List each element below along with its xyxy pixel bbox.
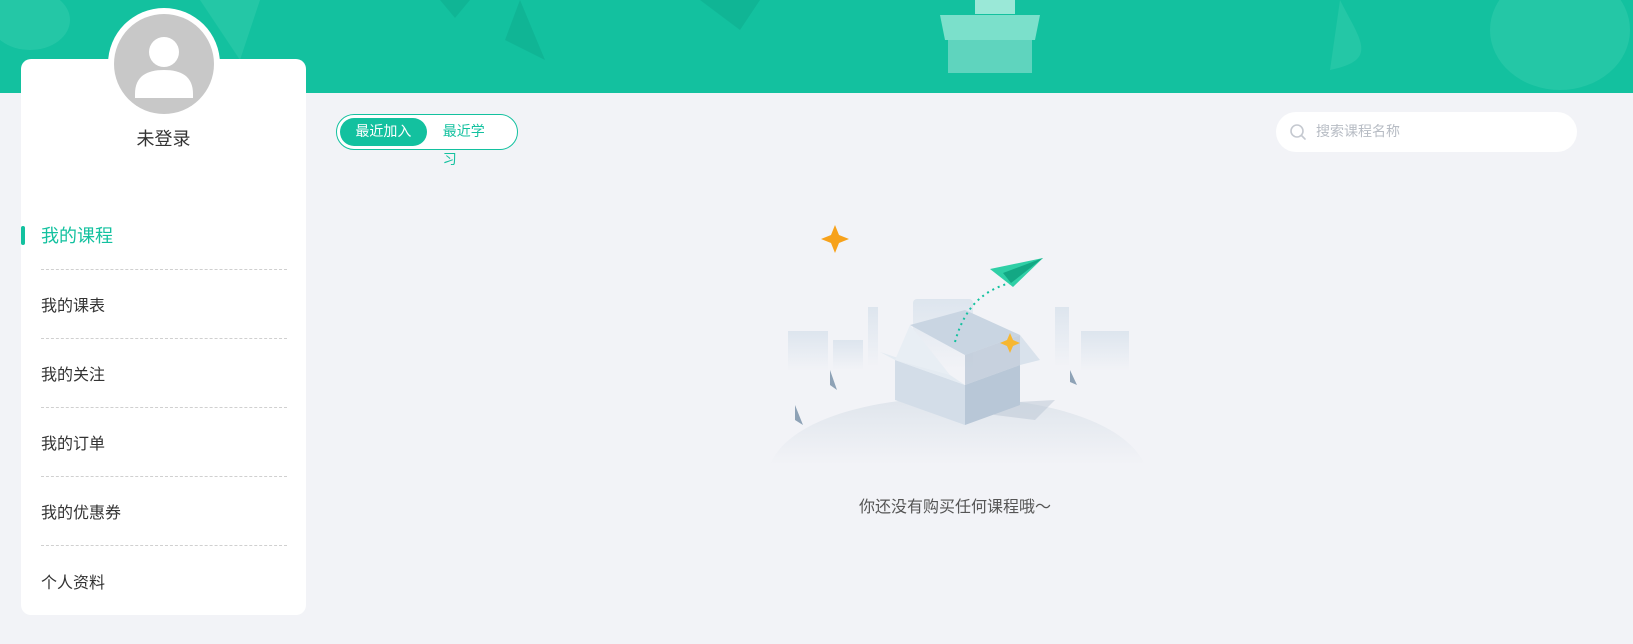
avatar[interactable] — [114, 14, 214, 114]
menu-item-my-follows[interactable]: 我的关注 — [41, 339, 287, 408]
user-avatar-icon — [135, 37, 193, 98]
empty-message: 你还没有购买任何课程哦～ — [858, 497, 1051, 516]
menu-item-profile[interactable]: 个人资料 — [41, 546, 287, 615]
menu-item-label: 我的订单 — [41, 434, 106, 453]
menu-item-label: 个人资料 — [41, 572, 106, 592]
menu-item-my-courses[interactable]: 我的课程 — [21, 201, 287, 270]
login-status[interactable]: 未登录 — [21, 125, 306, 151]
course-sort-toggle: 最近加入 最近学习 — [336, 114, 518, 168]
tab-recent-added[interactable]: 最近加入 — [340, 118, 427, 146]
empty-box-illustration — [770, 225, 1145, 465]
menu-item-label: 我的关注 — [41, 365, 106, 384]
menu-item-label: 我的优惠券 — [41, 503, 122, 522]
tab-recent-studied[interactable]: 最近学习 — [427, 118, 514, 168]
menu-item-my-orders[interactable]: 我的订单 — [41, 408, 287, 477]
menu-item-label: 我的课程 — [41, 226, 113, 247]
active-indicator — [21, 226, 25, 245]
search-input[interactable] — [1316, 124, 1556, 140]
search-icon — [1290, 124, 1306, 140]
menu-item-my-schedule[interactable]: 我的课表 — [41, 270, 287, 339]
menu-item-my-coupons[interactable]: 我的优惠券 — [41, 477, 287, 546]
menu-item-label: 我的课表 — [41, 296, 106, 315]
course-search — [1276, 112, 1577, 152]
sidebar-menu: 我的课程 我的课表 我的关注 我的订单 我的优惠券 个人资料 — [21, 201, 306, 615]
